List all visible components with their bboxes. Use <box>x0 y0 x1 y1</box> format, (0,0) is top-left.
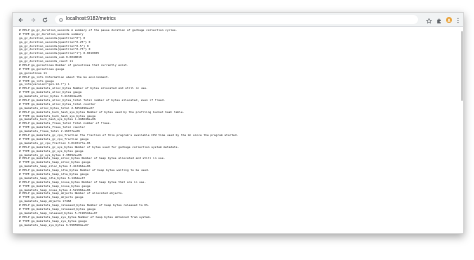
arrow-left-icon[interactable] <box>16 15 26 25</box>
metrics-line: go_memstats_heap_sys_bytes 6.5985984e+07 <box>19 223 89 227</box>
vertical-scrollbar[interactable] <box>460 27 463 233</box>
url-text[interactable]: localhost:9182/metrics <box>66 15 116 24</box>
arrow-right-icon[interactable] <box>28 15 38 25</box>
browser-toolbar: localhost:9182/metrics <box>13 13 463 27</box>
address-bar[interactable]: localhost:9182/metrics <box>55 15 418 24</box>
profile-avatar[interactable] <box>446 16 452 23</box>
reload-icon[interactable] <box>40 15 50 25</box>
star-icon[interactable] <box>425 13 433 29</box>
info-icon[interactable] <box>59 17 63 22</box>
scrollbar-thumb[interactable] <box>461 31 463 101</box>
puzzle-icon[interactable] <box>436 13 442 29</box>
browser-window: localhost:9182/metrics # HELP go_gc_dura… <box>12 12 464 234</box>
metrics-text-page: # HELP go_gc_duration_seconds A summary … <box>13 27 463 233</box>
